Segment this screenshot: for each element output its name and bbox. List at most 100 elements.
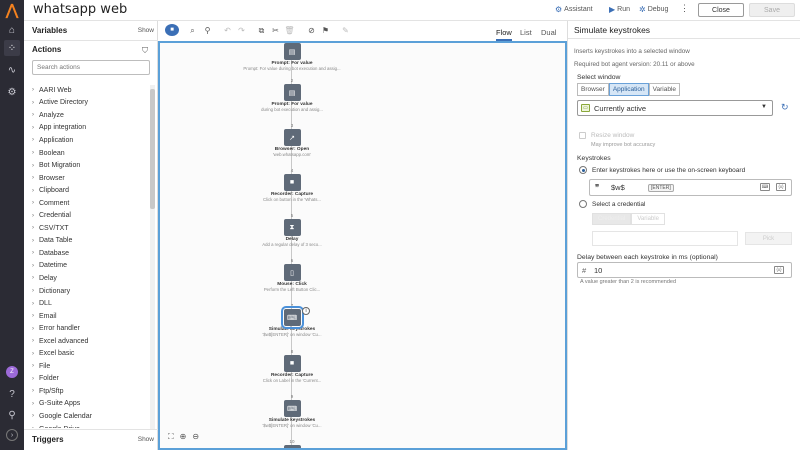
flow-node[interactable]: 8 ■ Recorder: Capture Click on Label in the… bbox=[232, 349, 352, 383]
action-package-item[interactable]: › Data Table bbox=[32, 235, 150, 248]
action-package-item[interactable]: › Excel advanced bbox=[32, 335, 150, 348]
action-package-item[interactable]: › Delay bbox=[32, 272, 150, 285]
close-button[interactable]: Close bbox=[698, 3, 744, 17]
tab-list[interactable]: List bbox=[520, 28, 532, 37]
filter-icon[interactable]: ⛉ bbox=[142, 46, 148, 56]
fit-screen-icon[interactable]: ⛶ bbox=[168, 432, 174, 442]
refresh-icon[interactable]: ↻ bbox=[781, 102, 789, 113]
action-package-item[interactable]: ›Google Drive bbox=[32, 423, 150, 428]
action-package-item[interactable]: › Ftp/Sftp bbox=[32, 385, 150, 398]
resize-window-checkbox[interactable] bbox=[579, 132, 586, 139]
hourglass-icon[interactable]: ⧗ bbox=[283, 445, 301, 448]
keyboard-icon[interactable]: ⌨ bbox=[283, 400, 301, 417]
action-package-item[interactable]: › App integration bbox=[32, 122, 150, 135]
action-package-item[interactable]: › Folder bbox=[32, 373, 150, 386]
action-package-item[interactable]: › Bot Migration bbox=[32, 159, 150, 172]
manage-icon[interactable]: ⚙ bbox=[4, 84, 20, 100]
pick-credential-button[interactable]: Pick bbox=[745, 232, 792, 245]
flow-node[interactable]: 2 ▤ Prompt: For value during bot execution … bbox=[232, 78, 352, 112]
triggers-show-link[interactable]: Show bbox=[138, 436, 154, 443]
action-package-item[interactable]: › Browser bbox=[32, 172, 150, 185]
bot-agent-icon[interactable]: ⚲ bbox=[4, 407, 20, 423]
help-icon[interactable]: ? bbox=[4, 386, 20, 402]
record-icon[interactable]: ■ bbox=[165, 24, 179, 36]
delay-input[interactable]: # 10 {x} bbox=[577, 262, 792, 278]
action-package-item[interactable]: › Comment bbox=[32, 197, 150, 210]
segment-variable[interactable]: Variable bbox=[648, 83, 681, 96]
action-package-item[interactable]: › Dictionary bbox=[32, 285, 150, 298]
variable-insert-icon[interactable]: {x} bbox=[776, 183, 786, 191]
zoom-out-icon[interactable]: ⊖ bbox=[192, 432, 199, 442]
credential-radio[interactable] bbox=[579, 200, 587, 208]
action-package-item[interactable]: › Email bbox=[32, 310, 150, 323]
info-icon[interactable]: i bbox=[302, 307, 310, 315]
disable-icon[interactable]: ⊘ bbox=[306, 25, 317, 36]
action-package-item[interactable]: › Database bbox=[32, 247, 150, 260]
tab-dual[interactable]: Dual bbox=[541, 28, 556, 37]
segment-application[interactable]: Application bbox=[608, 83, 649, 96]
hourglass-icon[interactable]: ⧗ bbox=[283, 219, 301, 236]
flow-node[interactable]: 4 ■ Recorder: Capture Click on button in th… bbox=[232, 168, 352, 202]
window-select[interactable]: ▭ Currently active ▼ bbox=[577, 100, 773, 116]
activity-icon[interactable]: ∿ bbox=[4, 62, 20, 78]
scrollbar-thumb[interactable] bbox=[150, 89, 155, 209]
action-package-item[interactable]: › AARI Web bbox=[32, 84, 150, 97]
flow-node[interactable]: 3 ↗ Browser: Open'web.whatsapp.com' bbox=[232, 123, 352, 157]
action-package-item[interactable]: › Excel basic bbox=[32, 347, 150, 360]
action-package-item[interactable]: › Boolean bbox=[32, 147, 150, 160]
flow-canvas[interactable]: ▤ Prompt: For value Prompt: For value duri… bbox=[158, 41, 567, 450]
run-button[interactable]: ▶ Run bbox=[609, 5, 630, 14]
automation-icon[interactable]: ⁘ bbox=[4, 40, 20, 56]
flow-node[interactable]: ▤ Prompt: For value Prompt: For value duri… bbox=[232, 43, 352, 71]
keystrokes-radio[interactable] bbox=[579, 166, 587, 174]
credential-input[interactable] bbox=[592, 231, 738, 246]
variable-insert-icon[interactable]: {x} bbox=[774, 266, 784, 274]
action-package-item[interactable]: › G-Suite Apps bbox=[32, 398, 150, 411]
flow-node[interactable]: 5 ⧗ Delay Add a regular delay of 3 seco... bbox=[232, 213, 352, 247]
action-package-item[interactable]: › Analyze bbox=[32, 109, 150, 122]
action-package-item[interactable]: › Clipboard bbox=[32, 184, 150, 197]
action-package-item[interactable]: › DLL bbox=[32, 297, 150, 310]
keyboard-icon[interactable]: ⌨ bbox=[280, 306, 304, 329]
automation-anywhere-logo-icon[interactable]: ⋀ bbox=[4, 2, 20, 19]
flow-node[interactable]: 7 ⌨ Simulate keystrokes '$w$[ENTER]' on win… bbox=[232, 303, 352, 337]
zoom-in-icon[interactable]: ⊕ bbox=[180, 432, 187, 442]
browser-open-icon[interactable]: ↗ bbox=[283, 129, 301, 146]
expand-nav-icon[interactable]: › bbox=[6, 429, 18, 441]
segment-browser[interactable]: Browser bbox=[577, 83, 609, 96]
debug-button[interactable]: ✲ Debug bbox=[639, 5, 668, 14]
action-package-item[interactable]: › CSV/TXT bbox=[32, 222, 150, 235]
action-package-item[interactable]: › Application bbox=[32, 134, 150, 147]
delete-icon[interactable]: 🗑 bbox=[284, 25, 295, 36]
debug-breakpoint-icon[interactable]: ⚑ bbox=[320, 25, 331, 36]
variables-show-link[interactable]: Show bbox=[138, 27, 154, 34]
prompt-icon[interactable]: ▤ bbox=[283, 43, 301, 60]
search-actions-input[interactable] bbox=[32, 60, 150, 75]
cut-icon[interactable]: ✂ bbox=[270, 25, 281, 36]
action-package-item[interactable]: › Google Calendar bbox=[32, 410, 150, 423]
mouse-icon[interactable]: ▯ bbox=[283, 264, 301, 281]
undo-icon[interactable]: ↶ bbox=[222, 25, 233, 36]
user-avatar[interactable]: Z bbox=[6, 366, 18, 378]
action-package-item[interactable]: › Datetime bbox=[32, 260, 150, 273]
tab-flow[interactable]: Flow bbox=[496, 28, 512, 41]
assistant-button[interactable]: ⚙ Assistant bbox=[555, 5, 593, 14]
search-icon[interactable]: ⚲ bbox=[202, 25, 213, 36]
keyboard-icon[interactable]: ⌨ bbox=[760, 183, 770, 191]
redo-icon[interactable]: ↷ bbox=[236, 25, 247, 36]
action-package-item[interactable]: › Error handler bbox=[32, 322, 150, 335]
capture-icon[interactable]: ⌕ bbox=[187, 25, 198, 36]
save-button[interactable]: Save bbox=[749, 3, 795, 17]
action-package-item[interactable]: › Credential bbox=[32, 209, 150, 222]
more-options-icon[interactable]: ⋮ bbox=[680, 3, 689, 14]
flow-node[interactable]: 6 ▯ Mouse: Click Perform the Left Button Cl… bbox=[232, 258, 352, 292]
flow-node[interactable]: 9 ⌨ Simulate keystrokes '$w$[ENTER]' on win… bbox=[232, 394, 352, 428]
home-icon[interactable]: ⌂ bbox=[4, 22, 20, 38]
segment-credential[interactable]: Credential bbox=[592, 213, 632, 225]
action-package-item[interactable]: › File bbox=[32, 360, 150, 373]
actions-scrollbar[interactable] bbox=[150, 85, 155, 429]
prompt-icon[interactable]: ▤ bbox=[283, 84, 301, 101]
recorder-icon[interactable]: ■ bbox=[283, 174, 301, 191]
keystrokes-input[interactable]: ❞ $w$ [ENTER] ⌨ {x} bbox=[589, 179, 792, 196]
segment-credential-variable[interactable]: Variable bbox=[631, 213, 665, 225]
